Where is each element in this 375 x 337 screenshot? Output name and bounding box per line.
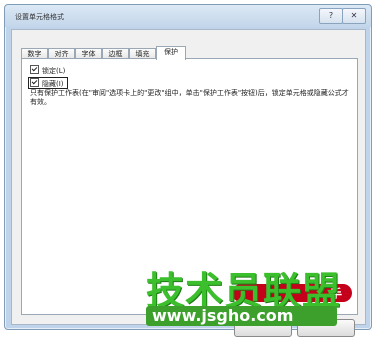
locked-checkbox[interactable]	[30, 65, 39, 74]
close-button[interactable]: ✕	[342, 8, 366, 24]
locked-checkbox-row[interactable]: 锁定(L)	[30, 65, 65, 75]
window-title: 设置单元格格式	[15, 13, 64, 21]
help-icon: ?	[328, 11, 334, 20]
watermark-url: www.jsgho.com	[146, 306, 337, 326]
close-icon: ✕	[350, 11, 358, 20]
locked-label: 锁定(L)	[42, 67, 66, 75]
help-button[interactable]: ?	[319, 8, 343, 24]
hidden-label: 隐藏(I)	[42, 80, 64, 88]
tab-protection[interactable]: 保护	[156, 46, 186, 60]
protection-description: 只有保护工作表(在"审阅"选项卡上的"更改"组中，单击"保护工作表"按钮)后，锁…	[30, 89, 349, 106]
title-bar[interactable]: 设置单元格格式 ? ✕	[5, 5, 371, 27]
hidden-checkbox-row[interactable]: 隐藏(I)	[28, 77, 68, 89]
hidden-checkbox[interactable]	[30, 78, 39, 87]
